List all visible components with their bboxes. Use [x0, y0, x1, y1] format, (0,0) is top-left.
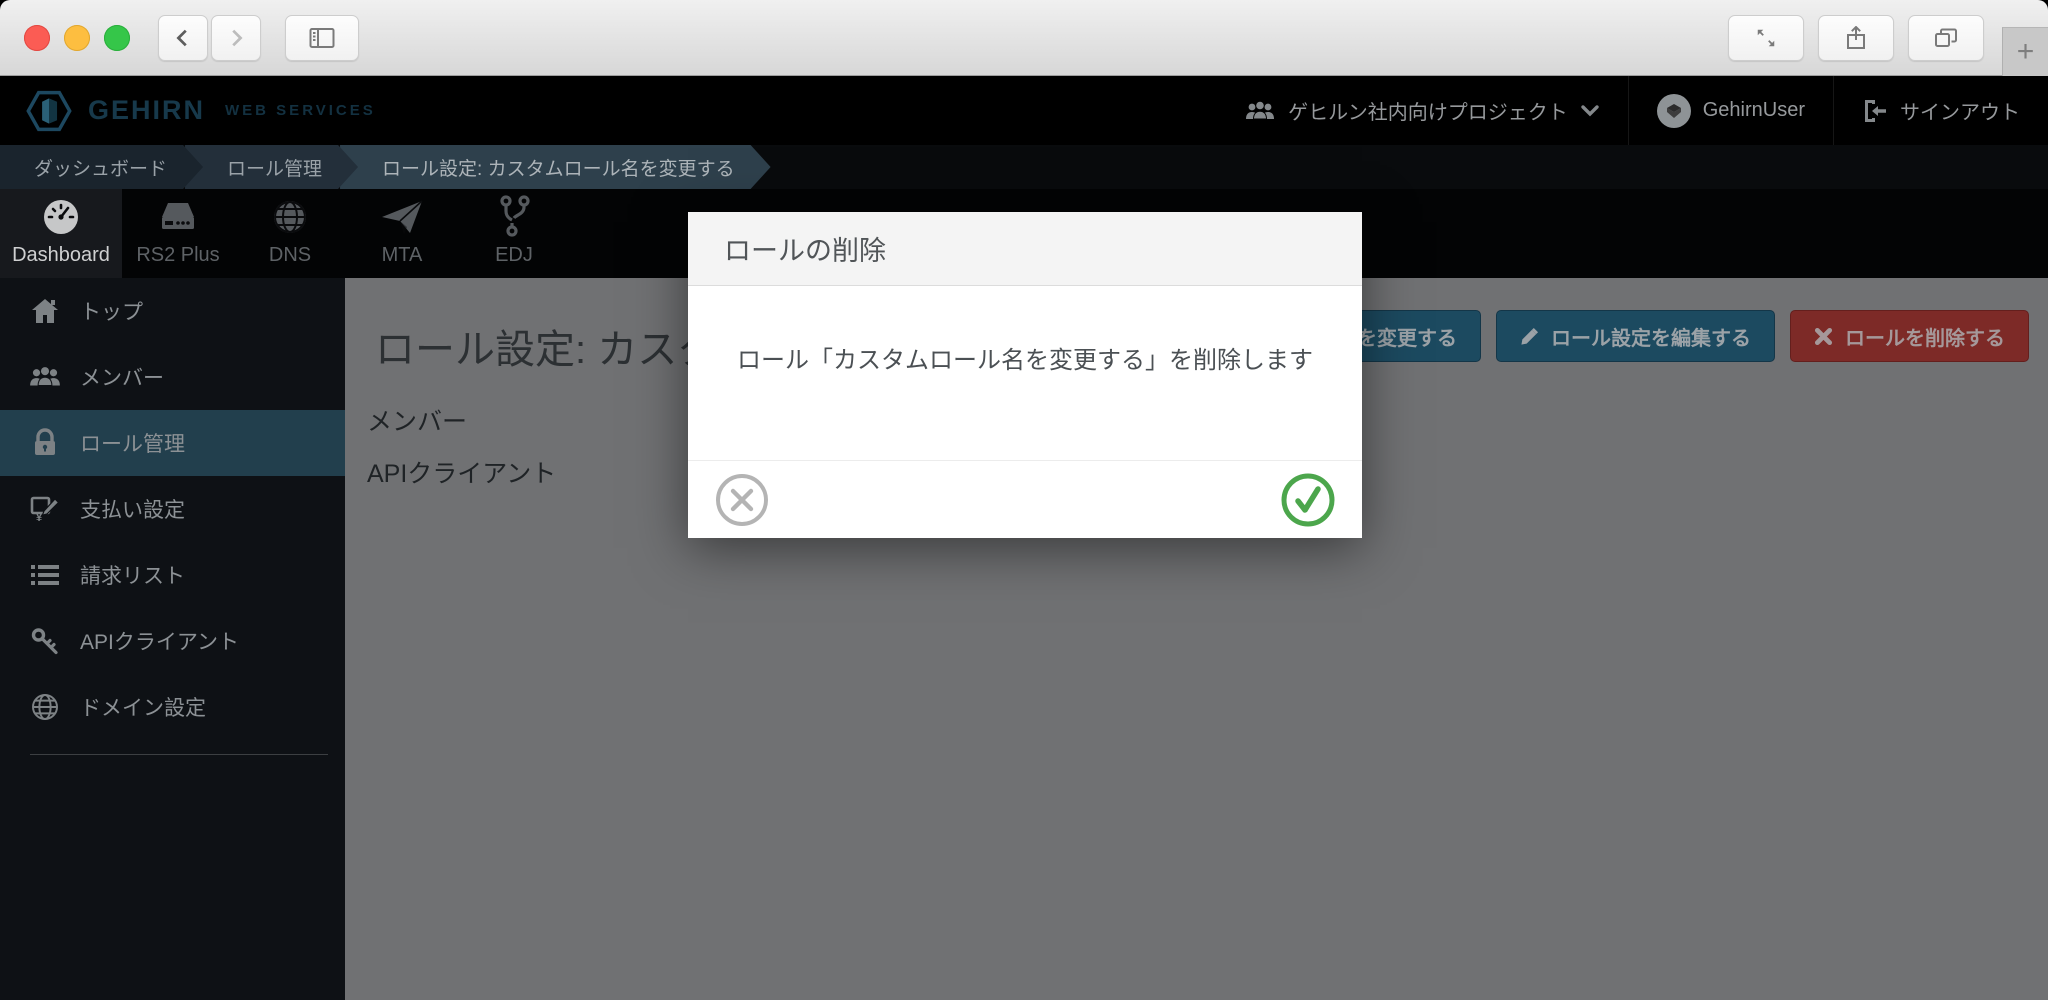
modal-header: ロールの削除	[688, 212, 1362, 286]
tab-dashboard[interactable]: Dashboard	[0, 189, 122, 278]
modal-message: ロール「カスタムロール名を変更する」を削除します	[737, 340, 1313, 460]
sidebar-item-invoices[interactable]: 請求リスト	[0, 542, 345, 608]
sidebar-item-label: 請求リスト	[80, 560, 185, 590]
modal-body: ロール「カスタムロール名を変更する」を削除します	[688, 286, 1362, 460]
fullscreen-button[interactable]	[1728, 15, 1804, 61]
confirm-button[interactable]	[1280, 472, 1336, 528]
pencil-icon	[1520, 327, 1539, 346]
chevron-down-icon	[1580, 104, 1600, 118]
zoom-window-button[interactable]	[104, 25, 130, 51]
new-tab-button[interactable]: +	[2002, 27, 2048, 76]
signout-icon	[1862, 98, 1888, 124]
sidebar-item-label: トップ	[80, 296, 143, 326]
sidebar-item-label: ロール管理	[80, 428, 185, 458]
role-action-buttons: ロール名を変更する ロール設定を編集する ロールを削除する	[1253, 310, 2029, 362]
fullscreen-icon	[1755, 27, 1777, 49]
sidebar: トップ メンバー ロール管理 ¥ 支払い設定 請求リスト APIクライアント	[0, 278, 345, 1000]
invoice-list-icon	[28, 563, 62, 587]
minimize-window-button[interactable]	[64, 25, 90, 51]
modal-title: ロールの削除	[724, 229, 886, 268]
members-link[interactable]: メンバー	[367, 402, 556, 438]
cancel-button[interactable]	[714, 472, 770, 528]
sidebar-item-payment[interactable]: ¥ 支払い設定	[0, 476, 345, 542]
tab-label: Dashboard	[12, 244, 110, 267]
gehirn-logo-icon	[26, 88, 72, 134]
user-name: GehirnUser	[1703, 99, 1805, 122]
avatar	[1657, 94, 1691, 128]
sidebar-item-label: メンバー	[80, 362, 164, 392]
close-window-button[interactable]	[24, 25, 50, 51]
tab-label: EDJ	[495, 244, 533, 267]
tab-dns[interactable]: DNS	[234, 189, 346, 278]
browser-toolbar: +	[0, 0, 2048, 76]
brand-suffix: WEB SERVICES	[225, 102, 376, 119]
back-button[interactable]	[158, 15, 208, 61]
modal-footer	[688, 460, 1362, 538]
sidebar-toggle-button[interactable]	[285, 15, 359, 61]
check-circle-icon	[1280, 472, 1336, 528]
x-circle-icon	[714, 472, 770, 528]
users-icon	[28, 364, 62, 390]
globe-icon	[28, 692, 62, 722]
users-icon	[1244, 99, 1276, 123]
tab-label: DNS	[269, 244, 311, 267]
svg-text:¥: ¥	[36, 512, 43, 524]
sidebar-item-api-clients[interactable]: APIクライアント	[0, 608, 345, 674]
chevron-right-icon	[225, 27, 247, 49]
app-header: GEHIRN WEB SERVICES ゲヒルン社内向けプロジェクト Gehir…	[0, 76, 2048, 145]
share-icon	[1845, 26, 1867, 50]
api-clients-link[interactable]: APIクライアント	[367, 454, 556, 490]
tabs-icon	[1934, 27, 1958, 49]
breadcrumb-item-roles[interactable]: ロール管理	[185, 145, 358, 189]
edit-role-settings-button[interactable]: ロール設定を編集する	[1496, 310, 1775, 362]
share-button[interactable]	[1818, 15, 1894, 61]
sidebar-icon	[309, 27, 335, 49]
signout-button[interactable]: サインアウト	[1833, 76, 2048, 145]
breadcrumb-item-dashboard[interactable]: ダッシュボード	[0, 145, 203, 189]
button-label: ロール設定を編集する	[1551, 322, 1751, 351]
tab-mta[interactable]: MTA	[346, 189, 458, 278]
server-icon	[156, 197, 200, 237]
chevron-left-icon	[172, 27, 194, 49]
paper-plane-icon	[380, 197, 424, 237]
brand-name: GEHIRN	[88, 95, 205, 126]
x-icon	[1814, 327, 1833, 346]
breadcrumb-item-role-settings[interactable]: ロール設定: カスタムロール名を変更する	[340, 145, 771, 189]
sidebar-item-top[interactable]: トップ	[0, 278, 345, 344]
tab-label: RS2 Plus	[136, 244, 219, 267]
git-branch-icon	[496, 197, 532, 237]
button-label: ロールを削除する	[1845, 322, 2005, 351]
sidebar-item-members[interactable]: メンバー	[0, 344, 345, 410]
tab-edj[interactable]: EDJ	[458, 189, 570, 278]
user-menu[interactable]: GehirnUser	[1628, 76, 1833, 145]
lock-icon	[28, 428, 62, 458]
signout-label: サインアウト	[1900, 96, 2020, 125]
sidebar-item-label: 支払い設定	[80, 494, 185, 524]
forward-button[interactable]	[211, 15, 261, 61]
delete-role-modal: ロールの削除 ロール「カスタムロール名を変更する」を削除します	[688, 212, 1362, 538]
project-label: ゲヒルン社内向けプロジェクト	[1288, 96, 1568, 125]
sidebar-item-label: ドメイン設定	[80, 692, 206, 722]
globe-icon	[270, 197, 310, 237]
sidebar-item-roles[interactable]: ロール管理	[0, 410, 345, 476]
sidebar-divider	[30, 754, 328, 755]
breadcrumb: ダッシュボード ロール管理 ロール設定: カスタムロール名を変更する	[0, 145, 2048, 189]
plus-icon: +	[2017, 35, 2035, 69]
tab-overview-button[interactable]	[1908, 15, 1984, 61]
sidebar-item-domains[interactable]: ドメイン設定	[0, 674, 345, 740]
home-icon	[28, 297, 62, 325]
brand-logo[interactable]: GEHIRN WEB SERVICES	[0, 88, 376, 134]
traffic-lights	[24, 25, 130, 51]
tab-rs2-plus[interactable]: RS2 Plus	[122, 189, 234, 278]
tab-label: MTA	[382, 244, 423, 267]
project-switcher[interactable]: ゲヒルン社内向けプロジェクト	[1216, 76, 1628, 145]
key-icon	[28, 626, 62, 656]
delete-role-button[interactable]: ロールを削除する	[1790, 310, 2029, 362]
gauge-icon	[41, 197, 81, 237]
payment-icon: ¥	[28, 494, 62, 524]
sidebar-item-label: APIクライアント	[80, 626, 239, 656]
